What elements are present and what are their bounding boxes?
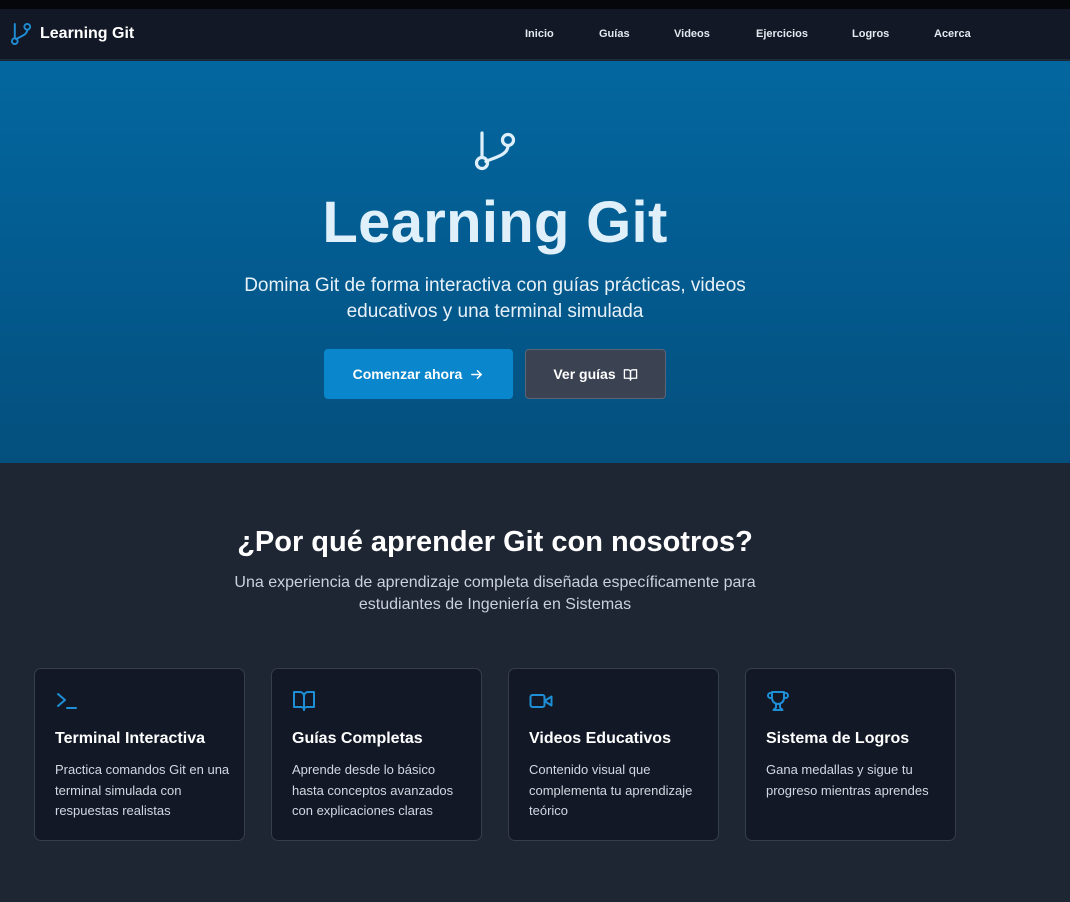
nav-item-logros[interactable]: Logros	[852, 28, 889, 40]
brand-logo-link[interactable]: Learning Git	[10, 21, 134, 46]
trophy-icon	[767, 691, 789, 711]
feature-card-title: Guías Completas	[292, 730, 423, 747]
view-guides-label: Ver guías	[553, 366, 616, 382]
navbar: Learning Git Inicio Guías Videos Ejercic…	[0, 9, 1070, 60]
start-now-button[interactable]: Comenzar ahora	[324, 349, 513, 399]
feature-card-title: Sistema de Logros	[766, 730, 910, 747]
hero-title: Learning Git	[322, 190, 668, 255]
feature-card-guides: Guías Completas Aprende desde lo básico …	[271, 668, 482, 841]
nav-item-ejercicios[interactable]: Ejercicios	[756, 28, 808, 40]
start-now-label: Comenzar ahora	[352, 366, 463, 382]
view-guides-button[interactable]: Ver guías	[525, 349, 666, 399]
brand-name: Learning Git	[40, 24, 135, 42]
feature-card-terminal: Terminal Interactiva Practica comandos G…	[34, 668, 245, 841]
hero-section: Learning Git Domina Git de forma interac…	[0, 61, 1070, 463]
feature-card-description: Practica comandos Git en una terminal si…	[55, 762, 230, 818]
git-branch-icon	[474, 131, 516, 171]
nav-item-videos[interactable]: Videos	[674, 28, 710, 40]
book-open-icon	[293, 691, 315, 711]
feature-card-description: Contenido visual que complementa tu apre…	[529, 762, 693, 818]
features-title: ¿Por qué aprender Git con nosotros?	[237, 526, 753, 558]
nav-item-acerca[interactable]: Acerca	[934, 28, 971, 40]
terminal-icon	[57, 693, 77, 709]
feature-card-videos: Videos Educativos Contenido visual que c…	[508, 668, 719, 841]
features-subtitle: Una experiencia de aprendizaje completa …	[234, 574, 756, 613]
feature-card-title: Videos Educativos	[529, 730, 671, 747]
arrow-right-icon	[471, 369, 483, 379]
feature-card-description: Aprende desde lo básico hasta conceptos …	[292, 762, 454, 818]
book-open-icon	[623, 368, 637, 381]
window-top-strip	[0, 0, 1070, 9]
feature-card-description: Gana medallas y sigue tu progreso mientr…	[766, 762, 929, 798]
hero-subtitle: Domina Git de forma interactiva con guía…	[244, 275, 746, 322]
nav-item-guias[interactable]: Guías	[599, 28, 630, 40]
video-icon	[529, 694, 553, 708]
nav-item-inicio[interactable]: Inicio	[525, 28, 554, 40]
feature-card-title: Terminal Interactiva	[55, 730, 205, 747]
git-branch-icon	[10, 22, 32, 45]
feature-card-achievements: Sistema de Logros Gana medallas y sigue …	[745, 668, 956, 841]
